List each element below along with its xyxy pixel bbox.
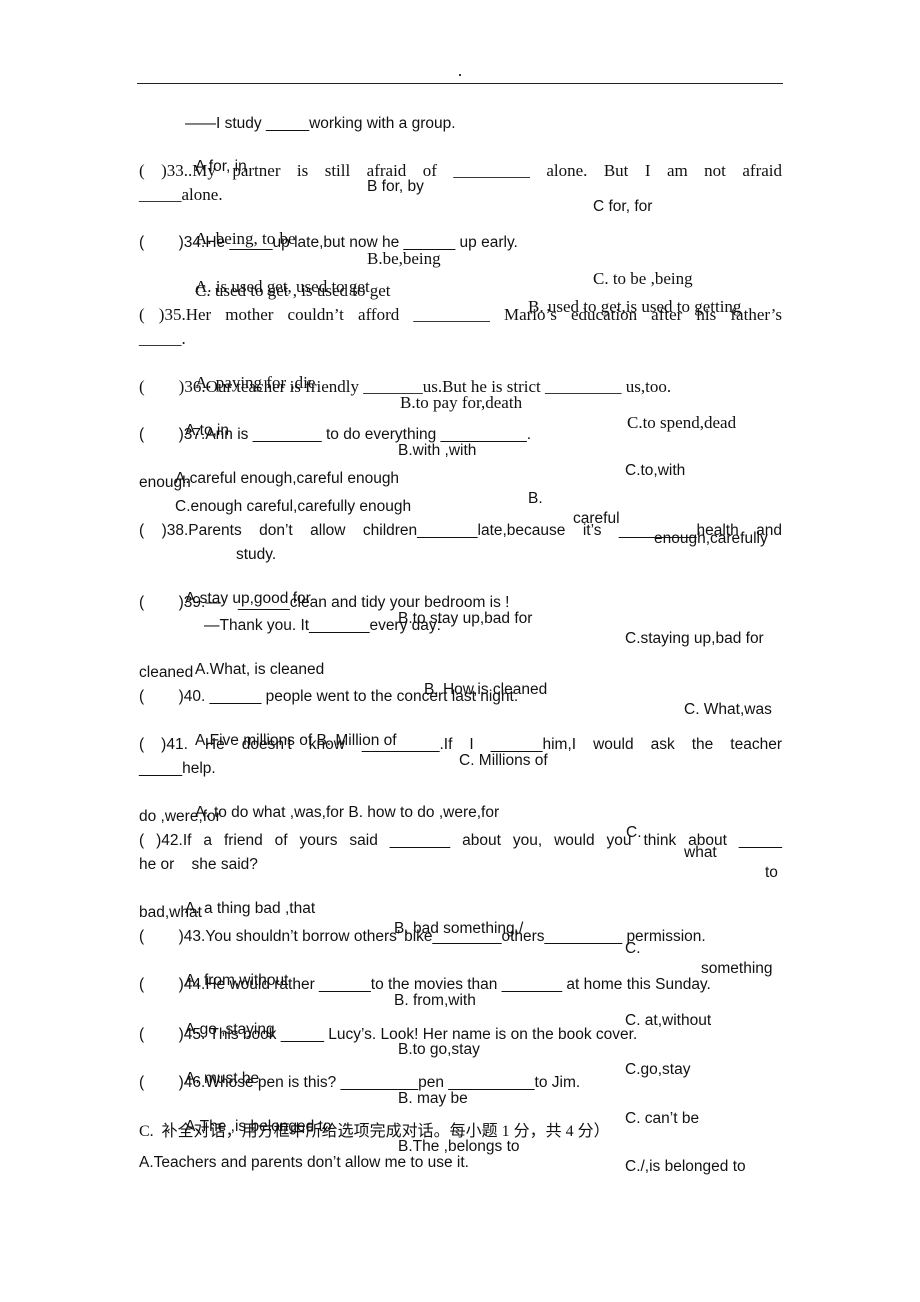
question-41-cont: _____help. — [139, 760, 216, 777]
question-36: ( )36.Our teacher is friendly _______us.… — [139, 377, 672, 396]
question-34: ( )34.He _____up late,but now he ______ … — [139, 234, 518, 251]
option-c-cont: do ,were,for — [139, 808, 221, 825]
options-row: A.The ,is belonged to B.The ,belongs to … — [139, 1097, 782, 1197]
question-38-cont: study. — [236, 546, 277, 563]
question-35: ( )35.Her mother couldn’t afford _______… — [139, 305, 782, 324]
question-35-cont: _____. — [139, 329, 186, 348]
question-42-cont: he or she said? — [139, 856, 258, 873]
dialogue-option-a: A.Teachers and parents don’t allow me to… — [139, 1154, 469, 1171]
question-33: ( )33..My partner is still afraid of ___… — [139, 161, 782, 180]
option-c-cont: cleaned — [139, 664, 194, 681]
option-c: C.enough careful,carefully enough — [175, 498, 412, 515]
option-c: C. used to get , is used to get — [195, 281, 391, 300]
header-dot — [459, 74, 461, 76]
option-c-cont: bad,what — [139, 904, 202, 921]
question-44: ( )44.He would rather ______to the movie… — [139, 976, 711, 993]
question-37: ( )37.Ann is ________ to do everything _… — [139, 426, 532, 443]
question-33-cont: _____alone. — [139, 185, 223, 204]
question-41: ( )41. He doesn’t know _________.If I __… — [139, 736, 782, 753]
question-42: ( )42.If a friend of yours said _______ … — [139, 832, 782, 849]
header-rule — [137, 83, 783, 84]
section-c-heading: C. 补全对话，用方框中所给选项完成对话。每小题 1 分，共 4 分） — [139, 1123, 610, 1140]
question-46: ( )46.Whose pen is this? _________pen __… — [139, 1074, 581, 1091]
question-45: ( )45. This book _____ Lucy’s. Look! Her… — [139, 1026, 638, 1043]
option-b-cont: enough — [139, 474, 191, 491]
question-38: ( )38.Parents don’t allow children______… — [139, 522, 782, 539]
question-40: ( )40. ______ people went to the concert… — [139, 688, 519, 705]
dialogue-line: ——I study _____working with a group. — [185, 115, 456, 132]
question-39: ( )39.— ______clean and tidy your bedroo… — [139, 594, 510, 611]
question-39-reply: —Thank you. It_______every day: — [204, 617, 441, 634]
question-43: ( )43.You shouldn’t borrow others’ bike_… — [139, 928, 706, 945]
